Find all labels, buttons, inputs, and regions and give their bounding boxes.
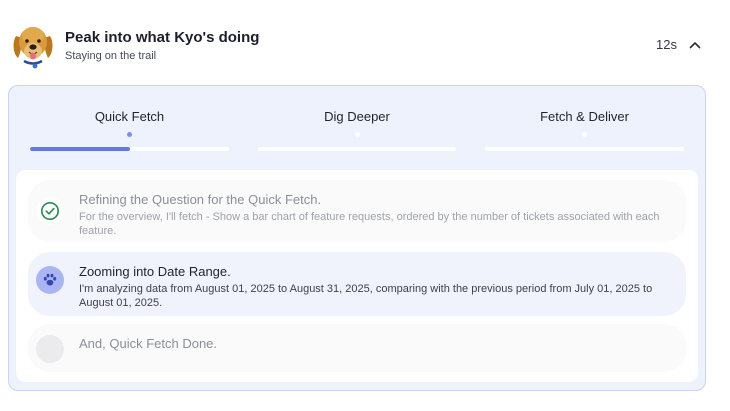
tab-indicator (582, 132, 587, 137)
tab-progress-track (485, 147, 684, 151)
tab-label: Fetch & Deliver (540, 109, 629, 124)
check-circle-icon (36, 197, 64, 225)
tab-label: Dig Deeper (324, 109, 390, 124)
paw-icon (36, 266, 64, 294)
tab-quick-fetch[interactable]: Quick Fetch (30, 86, 229, 156)
tab-label: Quick Fetch (94, 109, 165, 124)
tab-fetch-and-deliver[interactable]: Fetch & Deliver (485, 86, 684, 156)
tab-active-indicator (127, 132, 132, 137)
agent-subtitle: Staying on the trail (65, 50, 157, 62)
tab-dig-deeper[interactable]: Dig Deeper (258, 86, 456, 156)
tab-progress-fill (30, 147, 130, 151)
elapsed-time: 12s (656, 37, 677, 52)
step-title: And, Quick Fetch Done. (79, 336, 218, 351)
step-title: Refining the Question for the Quick Fetc… (79, 192, 322, 207)
tab-progress-track (30, 147, 229, 151)
step-item-date-range: Zooming into Date Range. I'm analyzing d… (28, 252, 686, 316)
step-list: Refining the Question for the Quick Fetc… (16, 170, 698, 382)
agent-header: Peak into what Kyo's doing Staying on th… (10, 22, 710, 72)
step-description: For the overview, I'll fetch - Show a ba… (79, 211, 660, 237)
step-item-refining: Refining the Question for the Quick Fetc… (28, 180, 686, 242)
tab-progress-track (258, 147, 456, 151)
step-item-done: And, Quick Fetch Done. (28, 324, 686, 372)
dog-avatar (10, 22, 56, 70)
step-description: I'm analyzing data from August 01, 2025 … (79, 283, 653, 309)
collapse-button[interactable] (683, 34, 707, 56)
chevron-up-icon (689, 42, 701, 49)
progress-panel: Quick Fetch Dig Deeper Fetch & Deliver R… (8, 85, 706, 391)
tab-indicator (354, 132, 360, 137)
step-title: Zooming into Date Range. (79, 264, 231, 279)
header-titles: Peak into what Kyo's doing Staying on th… (65, 29, 259, 63)
empty-circle-icon (36, 335, 64, 363)
agent-title: Peak into what Kyo's doing (65, 29, 260, 46)
